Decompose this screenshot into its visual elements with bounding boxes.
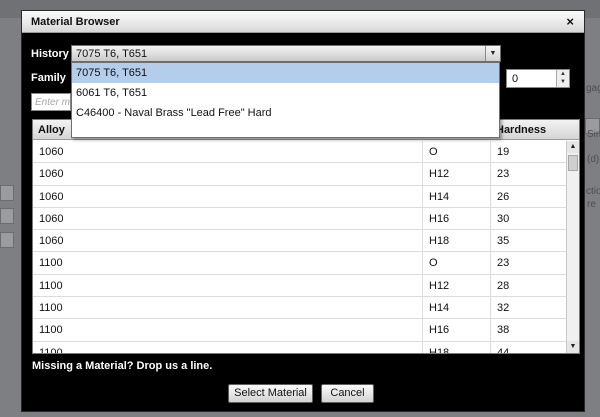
scroll-up-icon[interactable]: ▲ [567,141,579,153]
quantity-stepper[interactable]: 0 ▲ ▼ [506,69,570,88]
cell-temper: H12 [423,163,491,185]
cell-temper: H16 [423,319,491,341]
cell-temper: H14 [423,297,491,319]
cell-alloy: 1060 [33,141,423,163]
cell-alloy: 1060 [33,163,423,185]
close-icon[interactable]: × [566,14,574,29]
stepper-up-icon[interactable]: ▲ [557,70,569,78]
table-row[interactable]: 1060 H12 23 [33,163,567,186]
cell-temper: H18 [423,230,491,252]
cell-hardness: 26 [497,190,510,203]
cell-alloy: 1060 [33,230,423,252]
cell-temper: H12 [423,274,491,297]
history-option[interactable]: 7075 T6, T651 [72,63,499,83]
table-row[interactable]: 1060 H16 30 [33,207,567,231]
cell-temper: H16 [423,207,491,230]
stepper-buttons: ▲ ▼ [556,70,569,87]
background-text: gage [586,83,600,94]
family-label: Family [31,72,66,84]
table-row[interactable]: 1100 H12 28 [33,274,567,298]
cell-alloy: 1100 [33,252,423,274]
grid-body: 1060 O 19 1060 H12 23 1060 H14 26 1060 H16 30 1060 H1… [33,141,567,354]
background-text: (d) [587,154,600,165]
cell-temper: O [423,141,491,163]
table-row[interactable]: 1100 H16 38 [33,319,567,342]
history-select[interactable]: 7075 T6, T651 ▼ [71,45,501,62]
table-row[interactable]: 1060 H18 35 [33,230,567,253]
cell-hardness: 38 [497,324,510,337]
cell-hardness: 23 [497,168,510,181]
table-row[interactable]: 1060 O 19 [33,141,567,164]
select-material-button[interactable]: Select Material [228,384,313,403]
history-option[interactable]: C46400 - Naval Brass "Lead Free" Hard [72,103,499,123]
background-text: Sim [587,129,600,140]
history-dropdown-list: 7075 T6, T651 6061 T6, T651 C46400 - Naval… [71,62,500,138]
cell-hardness: 19 [497,146,510,158]
history-label: History [31,48,69,60]
dialog-titlebar: Material Browser × [22,11,584,33]
search-input[interactable]: Enter m [31,93,71,111]
cell-hardness: 28 [497,279,510,292]
cell-alloy: 1060 [33,185,423,207]
stepper-down-icon[interactable]: ▼ [557,78,569,86]
cell-alloy: 1100 [33,341,423,353]
cell-alloy: 1100 [33,274,423,297]
table-row[interactable]: 1100 O 23 [33,252,567,275]
cell-temper: H18 [423,341,491,353]
table-row[interactable]: 1100 H14 32 [33,297,567,320]
cell-temper: H14 [423,185,491,207]
missing-material-link[interactable]: Missing a Material? Drop us a line. [32,360,212,372]
table-row[interactable]: 1100 H18 44 [33,341,567,354]
cell-hardness: 44 [497,346,510,354]
cell-hardness: 35 [497,235,510,248]
grid-scrollbar[interactable]: ▲ ▼ [566,141,579,353]
history-select-value: 7075 T6, T651 [76,48,148,60]
background-text: re [587,199,596,210]
scrollbar-thumb[interactable] [568,155,578,171]
cell-hardness: 32 [497,302,510,315]
column-header-hardness[interactable]: Hardness [491,120,567,140]
background-field [0,208,14,224]
search-placeholder: Enter m [35,97,71,108]
table-row[interactable]: 1060 H14 26 [33,185,567,208]
cell-temper: O [423,252,491,274]
cell-alloy: 1060 [33,207,423,230]
quantity-value: 0 [512,73,519,85]
cancel-button[interactable]: Cancel [321,384,374,403]
background-field [0,185,14,201]
cell-alloy: 1100 [33,297,423,319]
cell-hardness: 30 [497,212,510,225]
history-option[interactable]: 6061 T6, T651 [72,83,499,103]
cell-hardness: 23 [497,257,510,270]
background-field [0,232,14,248]
scroll-down-icon[interactable]: ▼ [567,341,579,353]
background-text: ction [586,186,600,197]
dialog-title: Material Browser [31,16,120,28]
material-grid: Alloy Hardness 1060 O 19 1060 H12 23 1060 H14 26… [32,119,580,354]
chevron-down-icon[interactable]: ▼ [485,46,500,61]
cell-alloy: 1100 [33,319,423,341]
